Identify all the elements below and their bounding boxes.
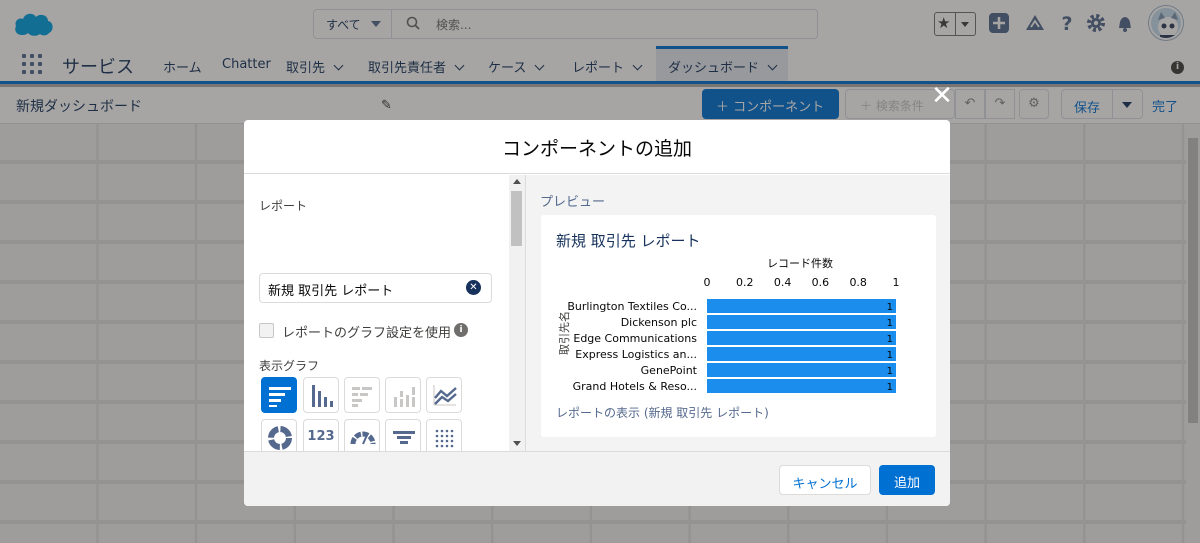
bar[interactable] [707, 379, 896, 393]
horizontal-bar-chart-button[interactable] [261, 377, 297, 413]
scatter-chart-button[interactable] [426, 419, 462, 455]
funnel-chart-button[interactable] [385, 419, 421, 455]
bar-value-label: 1 [887, 382, 893, 393]
bar[interactable] [707, 363, 896, 377]
bar-value-label: 1 [887, 350, 893, 361]
clear-icon[interactable]: ✕ [466, 280, 481, 295]
bar-value-label: 1 [887, 334, 893, 345]
horizontal-bar-icon [269, 387, 291, 407]
metric-icon: 123 [307, 429, 335, 444]
vertical-bar-icon [312, 385, 333, 407]
category-label: Dickenson plc [621, 316, 697, 329]
gauge-chart-button[interactable] [344, 419, 380, 455]
x-tick-label: 0.4 [774, 276, 792, 289]
x-tick-label: 0.2 [736, 276, 754, 289]
bar[interactable] [707, 347, 896, 361]
scatter-icon [435, 429, 454, 448]
donut-chart-button[interactable] [261, 419, 297, 455]
category-label: Burlington Textiles Co... [567, 300, 697, 313]
display-chart-label: 表示グラフ [259, 359, 320, 373]
stacked-horizontal-bar-chart-button[interactable] [344, 377, 380, 413]
bar[interactable] [707, 315, 896, 329]
funnel-icon [393, 431, 415, 444]
category-label: GenePoint [641, 364, 698, 377]
x-axis-label: レコード件数 [767, 257, 833, 270]
use-chart-settings-checkbox[interactable] [259, 323, 274, 338]
x-tick-label: 0 [704, 276, 711, 289]
stacked-horizontal-bar-icon [352, 387, 372, 407]
bar-value-label: 1 [887, 302, 893, 313]
component-settings-panel: レポート 新規 取引先 レポート ✕ レポートのグラフ設定を使用 i 表示グラフ… [244, 175, 525, 498]
info-icon[interactable]: i [454, 323, 468, 337]
use-chart-settings-label: レポートのグラフ設定を使用 [282, 326, 452, 341]
report-label: レポート [259, 199, 308, 213]
donut-chart-icon [268, 426, 292, 450]
report-input-value: 新規 取引先 レポート [268, 284, 394, 299]
stacked-vertical-bar-icon [394, 387, 415, 407]
line-chart-icon [433, 385, 457, 406]
preview-bar-chart: レコード件数 取引先名 0 0.2 0.4 0.6 0.8 1 Burlington Te… [557, 257, 900, 393]
settings-scrollbar[interactable] [509, 175, 525, 451]
scroll-up-icon[interactable] [513, 179, 521, 184]
preview-label: プレビュー [540, 195, 606, 210]
cancel-button[interactable]: キャンセル [779, 465, 871, 495]
x-tick-label: 0.6 [812, 276, 830, 289]
view-report-link[interactable]: レポートの表示 (新規 取引先 レポート) [556, 404, 769, 421]
bar[interactable] [707, 299, 896, 313]
y-axis-label: 取引先名 [557, 311, 571, 355]
preview-panel: プレビュー 新規 取引先 レポート レコード件数 取引先名 0 0.2 0.4 0.6… [525, 175, 950, 451]
scrollbar-thumb[interactable] [511, 191, 522, 246]
bar-value-label: 1 [887, 366, 893, 377]
scroll-down-icon[interactable] [513, 441, 521, 446]
modal-footer: キャンセル 追加 [244, 451, 950, 506]
close-icon[interactable]: ✕ [928, 82, 956, 110]
gauge-icon [350, 431, 376, 445]
category-label: Express Logistics an... [575, 348, 697, 361]
x-tick-label: 1 [893, 276, 900, 289]
stacked-vertical-bar-chart-button[interactable] [385, 377, 421, 413]
vertical-bar-chart-button[interactable] [303, 377, 339, 413]
add-component-modal: コンポーネントの追加 レポート 新規 取引先 レポート ✕ レポートのグラフ設定… [244, 120, 950, 506]
preview-card: 新規 取引先 レポート レコード件数 取引先名 0 0.2 0.4 0.6 0.8 1 B… [541, 215, 936, 437]
x-tick-label: 0.8 [849, 276, 867, 289]
report-input[interactable]: 新規 取引先 レポート ✕ [259, 273, 492, 303]
preview-title: 新規 取引先 レポート [556, 232, 701, 250]
category-label: Edge Communications [573, 332, 697, 345]
metric-chart-button[interactable]: 123 [303, 419, 339, 455]
line-chart-button[interactable] [426, 377, 462, 413]
add-button[interactable]: 追加 [879, 465, 935, 495]
category-label: Grand Hotels & Reso... [573, 380, 697, 393]
bar[interactable] [707, 331, 896, 345]
bar-value-label: 1 [887, 318, 893, 329]
modal-title: コンポーネントの追加 [244, 120, 950, 174]
